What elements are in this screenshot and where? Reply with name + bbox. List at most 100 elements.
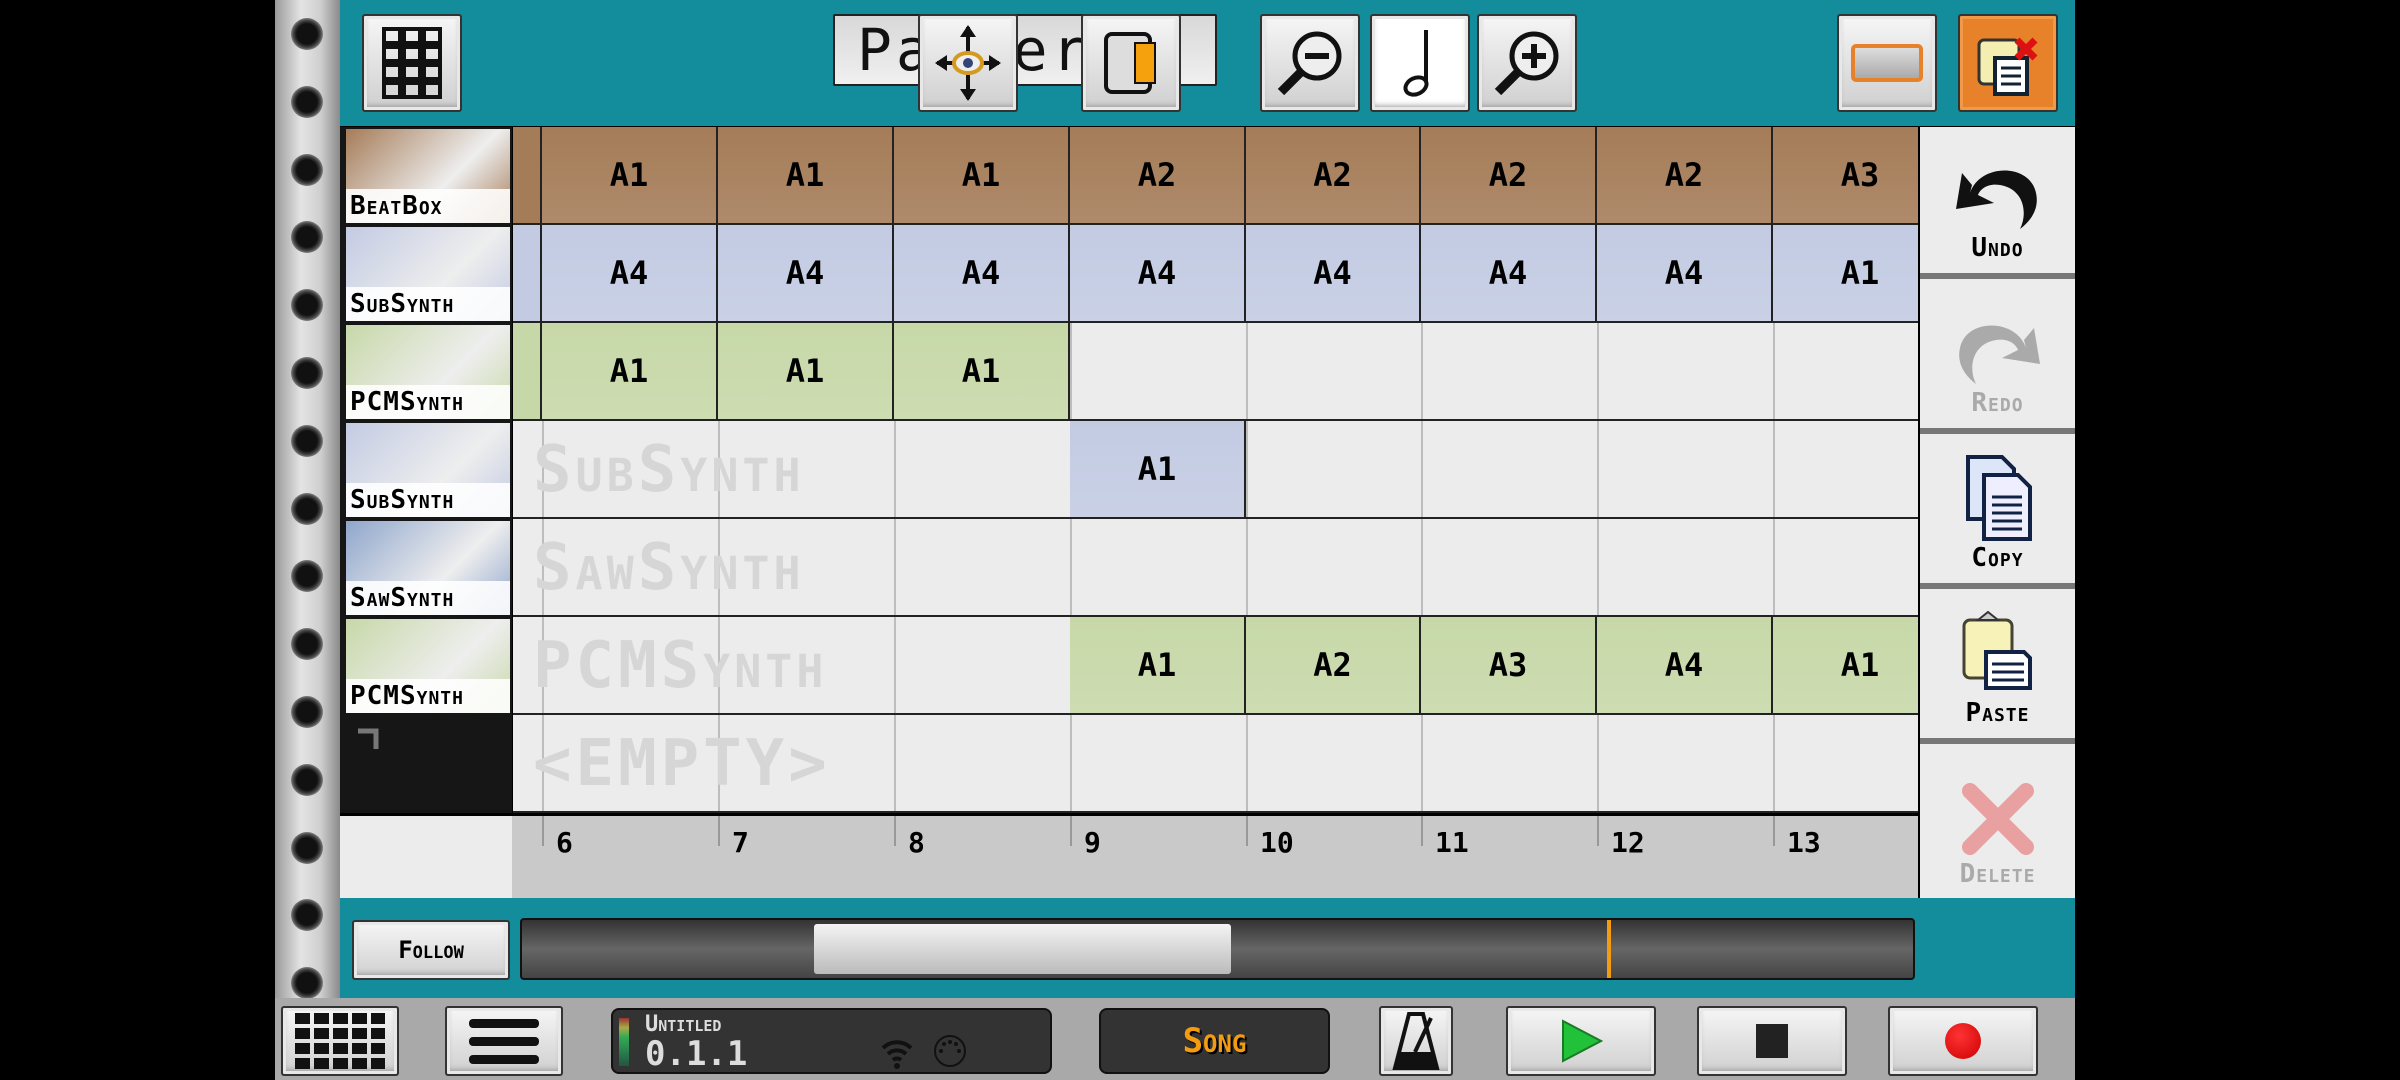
record-icon bbox=[1945, 1023, 1981, 1059]
track-header[interactable]: SubSynth bbox=[346, 227, 510, 321]
undo-icon bbox=[1955, 170, 2037, 229]
scrollbar-thumb[interactable] bbox=[814, 924, 1232, 974]
rail-hole bbox=[291, 831, 323, 864]
delete-button[interactable]: Delete bbox=[1920, 747, 2075, 899]
song-scrollbar[interactable] bbox=[520, 918, 1915, 980]
rail-hole bbox=[291, 492, 323, 525]
pattern-cell[interactable]: A2 bbox=[1246, 617, 1421, 715]
pattern-cell[interactable]: A2 bbox=[1246, 127, 1421, 225]
select-rect-button[interactable] bbox=[1837, 14, 1937, 112]
rail-hole bbox=[291, 560, 323, 593]
move-eye-icon bbox=[935, 25, 1001, 101]
pattern-cell[interactable]: A4 bbox=[894, 225, 1070, 323]
pattern-cell[interactable]: A1 bbox=[1773, 617, 1918, 715]
play-button[interactable] bbox=[1506, 1006, 1656, 1076]
track-header[interactable] bbox=[346, 717, 510, 811]
menu-button[interactable] bbox=[445, 1006, 563, 1076]
play-icon bbox=[1562, 1019, 1603, 1063]
copy-icon bbox=[1965, 455, 2032, 541]
half-note-icon bbox=[1403, 30, 1429, 97]
track-header[interactable]: PCMSynth bbox=[346, 619, 510, 713]
metronome-button[interactable] bbox=[1379, 1006, 1453, 1076]
pattern-cell[interactable] bbox=[513, 127, 542, 225]
pattern-cell[interactable]: A4 bbox=[1246, 225, 1421, 323]
record-button[interactable] bbox=[1888, 1006, 2038, 1076]
track-header[interactable]: SubSynth bbox=[346, 423, 510, 517]
zoom-in-button[interactable] bbox=[1477, 14, 1577, 112]
ruler-tick bbox=[1070, 816, 1072, 846]
track-header[interactable]: PCMSynth bbox=[346, 325, 510, 419]
midi-icon bbox=[934, 1035, 966, 1067]
pattern-cell[interactable]: A2 bbox=[1597, 127, 1773, 225]
rail-hole bbox=[291, 696, 323, 728]
paste-icon bbox=[1962, 610, 2032, 690]
pattern-cell[interactable]: A1 bbox=[1773, 225, 1918, 323]
bar-ruler[interactable]: 6 7 8 9 10 11 12 13 bbox=[340, 816, 1918, 898]
pattern-grid-button[interactable] bbox=[362, 14, 462, 112]
paste-clear-button[interactable] bbox=[1958, 14, 2058, 112]
playhead-marker bbox=[1606, 920, 1611, 978]
track-name: PCMSynth bbox=[346, 385, 510, 419]
copy-button[interactable]: Copy bbox=[1920, 437, 2075, 589]
instruments-grid-button[interactable] bbox=[281, 1006, 399, 1076]
follow-button[interactable]: Follow bbox=[352, 920, 510, 980]
rail-hole bbox=[291, 18, 323, 50]
bar-number: 9 bbox=[1084, 826, 1101, 859]
transport-bar: Untitled 0.1.1 Song bbox=[275, 998, 2075, 1080]
pattern-cell[interactable]: A4 bbox=[1597, 617, 1773, 715]
pattern-cell[interactable]: A1 bbox=[718, 323, 894, 421]
note-snap-button[interactable] bbox=[1370, 14, 1470, 112]
redo-button[interactable]: Redo bbox=[1920, 282, 2075, 434]
pattern-cell[interactable]: A1 bbox=[1070, 421, 1246, 519]
paste-button[interactable]: Paste bbox=[1920, 592, 2075, 744]
track-name: BeatBox bbox=[346, 189, 510, 223]
pattern-cell[interactable]: A4 bbox=[1421, 225, 1597, 323]
pattern-cell[interactable]: A4 bbox=[1070, 225, 1246, 323]
clipboard-delete-icon bbox=[1977, 37, 2038, 96]
toggle-panel-button[interactable] bbox=[1081, 14, 1181, 112]
pattern-cell[interactable]: A4 bbox=[542, 225, 718, 323]
pattern-cell[interactable]: A1 bbox=[718, 127, 894, 225]
rail-hole bbox=[291, 899, 323, 932]
move-view-button[interactable] bbox=[918, 14, 1018, 112]
hamburger-icon bbox=[469, 1019, 539, 1064]
track-header[interactable]: BeatBox bbox=[346, 129, 510, 223]
rail-hole bbox=[291, 153, 323, 186]
pattern-cell[interactable]: A2 bbox=[1070, 127, 1246, 225]
delete-icon bbox=[1961, 783, 2034, 855]
bar-number: 8 bbox=[908, 826, 925, 859]
pattern-cell[interactable]: A1 bbox=[542, 323, 718, 421]
pattern-cell[interactable]: A1 bbox=[542, 127, 718, 225]
pattern-cell[interactable]: A1 bbox=[894, 127, 1070, 225]
left-rail bbox=[275, 0, 340, 1080]
song-mode-button[interactable]: Song bbox=[1099, 1008, 1330, 1074]
pattern-cell[interactable]: A3 bbox=[1773, 127, 1918, 225]
pattern-cell[interactable]: A4 bbox=[1597, 225, 1773, 323]
ruler-tick bbox=[718, 816, 720, 846]
bar-number: 12 bbox=[1611, 826, 1645, 859]
stop-icon bbox=[1756, 1024, 1788, 1058]
pattern-cell[interactable] bbox=[513, 323, 542, 421]
pattern-cell[interactable]: A3 bbox=[1421, 617, 1597, 715]
track-name: SawSynth bbox=[346, 581, 510, 615]
stop-button[interactable] bbox=[1697, 1006, 1847, 1076]
ruler-tick bbox=[1773, 816, 1775, 846]
bar-number: 6 bbox=[556, 826, 573, 859]
pattern-cell[interactable]: A1 bbox=[894, 323, 1070, 421]
zoom-out-button[interactable] bbox=[1260, 14, 1360, 112]
pattern-cell[interactable]: A1 bbox=[1070, 617, 1246, 715]
top-toolbar: Patterns bbox=[340, 0, 2075, 126]
edit-panel: Undo Redo Copy Paste Delete bbox=[1920, 127, 2075, 898]
pattern-cell[interactable]: A2 bbox=[1421, 127, 1597, 225]
rail-hole bbox=[291, 289, 323, 322]
rail-hole bbox=[291, 357, 323, 389]
bar-number: 13 bbox=[1787, 826, 1821, 859]
pattern-cell[interactable]: A4 bbox=[718, 225, 894, 323]
pattern-cell[interactable] bbox=[513, 225, 542, 323]
undo-button[interactable]: Undo bbox=[1920, 127, 2075, 279]
song-status-display: Untitled 0.1.1 bbox=[611, 1008, 1052, 1074]
pattern-grid[interactable]: A1 A1 A1 A2 A2 A2 A2 A3 A4 A4 A4 A4 A4 A4 A4 A1 A1 A1 A1 Su… bbox=[513, 127, 1918, 813]
track-watermark: SubSynth bbox=[533, 433, 805, 507]
track-header[interactable]: SawSynth bbox=[346, 521, 510, 615]
redo-icon bbox=[1958, 325, 2040, 384]
